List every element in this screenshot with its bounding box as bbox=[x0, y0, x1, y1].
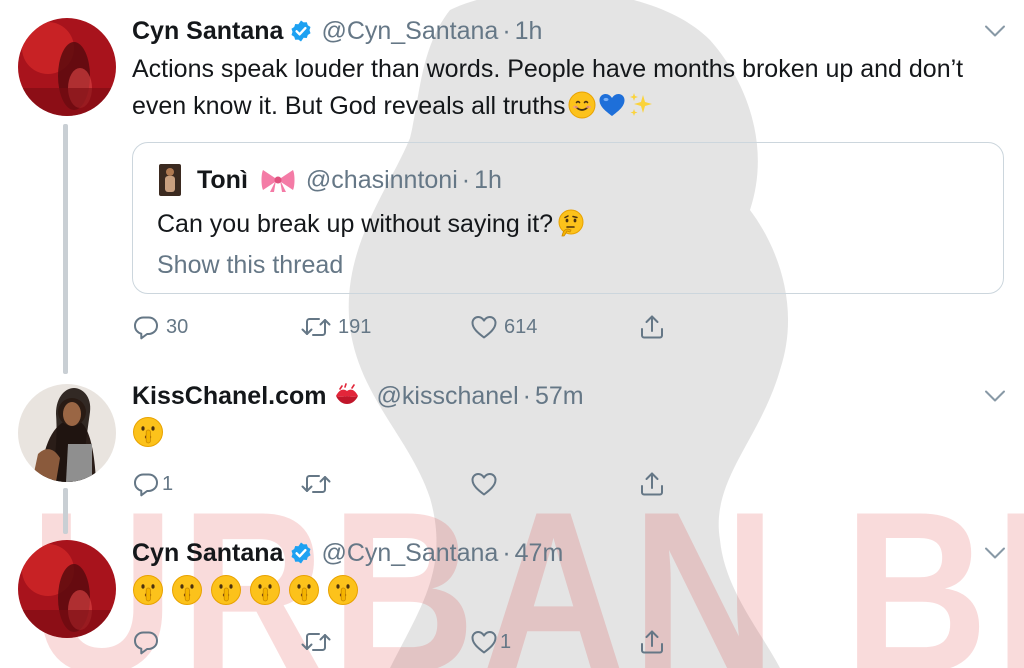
ribbon-emoji-icon bbox=[261, 170, 295, 192]
quoted-tweet[interactable]: Tonì @chasinntoni · 1h Can you break up … bbox=[132, 142, 1004, 294]
separator: · bbox=[461, 165, 471, 194]
share-icon bbox=[638, 470, 666, 498]
emoji-row bbox=[132, 574, 366, 606]
retweet-button[interactable] bbox=[300, 626, 332, 658]
reply-count: 30 bbox=[166, 315, 189, 338]
separator: · bbox=[502, 538, 511, 567]
retweet-count: 191 bbox=[338, 315, 372, 338]
shushing-face-emoji-icon bbox=[327, 574, 359, 606]
display-name[interactable]: Tonì bbox=[197, 166, 248, 195]
heart-icon bbox=[470, 313, 498, 341]
chevron-down-icon[interactable] bbox=[984, 24, 1006, 38]
shushing-face-emoji-icon bbox=[132, 416, 164, 448]
quote-text: Can you break up without saying it? bbox=[157, 207, 585, 241]
tweet-actions: 1 bbox=[132, 468, 672, 500]
separator: · bbox=[502, 16, 511, 45]
reply-button[interactable]: 30 bbox=[132, 311, 188, 343]
handle[interactable]: @chasinntoni bbox=[306, 166, 458, 195]
share-icon bbox=[638, 313, 666, 341]
tweet-actions: 30 191 614 bbox=[132, 311, 672, 343]
timestamp[interactable]: 1h bbox=[474, 166, 502, 195]
timestamp[interactable]: 57m bbox=[535, 382, 584, 411]
avatar[interactable] bbox=[18, 540, 116, 638]
handle[interactable]: @Cyn_Santana bbox=[321, 17, 498, 46]
like-button[interactable]: 614 bbox=[470, 311, 537, 343]
thread-line bbox=[63, 488, 68, 534]
retweet-icon bbox=[300, 628, 332, 656]
share-button[interactable] bbox=[638, 311, 666, 343]
shushing-face-emoji-icon bbox=[288, 574, 320, 606]
show-thread-link[interactable]: Show this thread bbox=[157, 251, 343, 280]
reply-button[interactable] bbox=[132, 626, 160, 658]
verified-badge-icon bbox=[289, 19, 313, 43]
heart-icon bbox=[470, 470, 498, 498]
verified-badge-icon bbox=[289, 541, 313, 565]
shushing-face-emoji-icon bbox=[249, 574, 281, 606]
timestamp[interactable]: 1h bbox=[515, 17, 543, 46]
retweet-button[interactable] bbox=[300, 468, 332, 500]
shushing-face-emoji-icon bbox=[132, 574, 164, 606]
chevron-down-icon[interactable] bbox=[984, 389, 1006, 403]
retweet-icon bbox=[300, 313, 332, 341]
retweet-button[interactable]: 191 bbox=[300, 311, 371, 343]
reply-icon bbox=[132, 470, 160, 498]
kiss-mark-emoji-icon bbox=[335, 383, 358, 404]
thread-line bbox=[63, 124, 68, 374]
quote-header: Tonì @chasinntoni · 1h bbox=[159, 163, 502, 197]
tweet-feed: Cyn Santana @Cyn_Santana · 1h Actions sp… bbox=[0, 0, 1024, 668]
tweet-header: Cyn Santana @Cyn_Santana · 47m bbox=[132, 536, 563, 570]
tweet-body: Actions speak louder than words. People … bbox=[132, 55, 964, 120]
reply-button[interactable]: 1 bbox=[132, 468, 173, 500]
shushing-face-emoji-icon bbox=[171, 574, 203, 606]
separator: · bbox=[522, 381, 531, 410]
tweet-header: KissChanel.com @kisschanel · 57m bbox=[132, 379, 584, 413]
tweet-header: Cyn Santana @Cyn_Santana · 1h bbox=[132, 14, 542, 48]
handle[interactable]: @kisschanel bbox=[377, 382, 519, 411]
like-button[interactable]: 1 bbox=[470, 626, 511, 658]
display-name[interactable]: Cyn Santana bbox=[132, 539, 283, 568]
like-count: 614 bbox=[504, 315, 538, 338]
timestamp[interactable]: 47m bbox=[515, 539, 564, 568]
reply-icon bbox=[132, 313, 160, 341]
chevron-down-icon[interactable] bbox=[984, 546, 1006, 560]
tweet-text: Actions speak louder than words. People … bbox=[132, 51, 1002, 125]
handle[interactable]: @Cyn_Santana bbox=[321, 539, 498, 568]
sparkles-emoji-icon bbox=[629, 93, 652, 116]
share-icon bbox=[638, 628, 666, 656]
like-count: 1 bbox=[500, 630, 512, 653]
display-name[interactable]: Cyn Santana bbox=[132, 17, 283, 46]
like-button[interactable] bbox=[470, 468, 498, 500]
quote-body: Can you break up without saying it? bbox=[157, 210, 554, 238]
share-button[interactable] bbox=[638, 468, 666, 500]
blue-heart-emoji-icon bbox=[599, 94, 625, 116]
avatar[interactable] bbox=[18, 384, 116, 482]
avatar[interactable] bbox=[159, 164, 181, 196]
display-name[interactable]: KissChanel.com bbox=[132, 382, 327, 411]
retweet-icon bbox=[300, 470, 332, 498]
reply-icon bbox=[132, 628, 160, 656]
share-button[interactable] bbox=[638, 626, 666, 658]
tweet-actions: 1 bbox=[132, 626, 672, 658]
reply-count: 1 bbox=[162, 472, 174, 495]
shushing-face-emoji-icon bbox=[210, 574, 242, 606]
thinking-face-emoji-icon bbox=[558, 209, 584, 237]
heart-icon bbox=[470, 628, 498, 656]
smiling-face-emoji-icon bbox=[568, 91, 596, 119]
avatar[interactable] bbox=[18, 18, 116, 116]
